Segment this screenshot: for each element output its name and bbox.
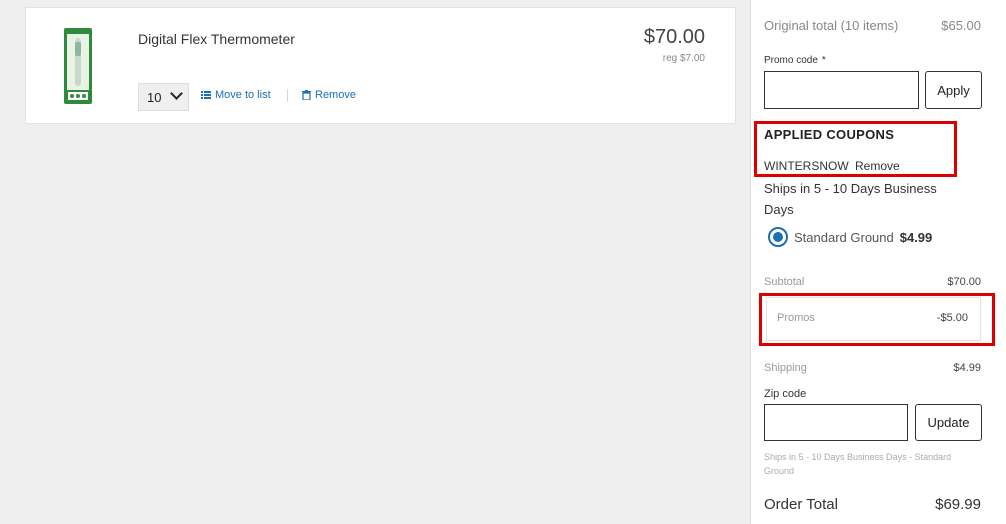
original-total-row: Original total (10 items) $65.00 xyxy=(764,18,981,33)
zip-code-label: Zip code xyxy=(764,388,807,400)
order-summary-panel: Original total (10 items) $65.00 Promo c… xyxy=(750,0,1006,524)
apply-promo-button[interactable]: Apply xyxy=(925,71,982,109)
item-reg-price: reg $7.00 xyxy=(662,53,705,64)
list-icon xyxy=(201,91,211,99)
move-to-list-label: Move to list xyxy=(215,89,271,101)
move-to-list-link[interactable]: Move to list xyxy=(201,89,271,101)
remove-item-link[interactable]: Remove xyxy=(302,89,356,101)
shipping-option-price: $4.99 xyxy=(899,229,933,245)
coupon-code: WINTERSNOW xyxy=(764,159,849,173)
product-thumbnail[interactable] xyxy=(64,28,92,104)
order-total-row: Order Total $69.99 xyxy=(764,496,981,513)
trash-icon xyxy=(302,90,311,100)
shipping-option-standard[interactable]: Standard Ground $4.99 xyxy=(768,227,932,247)
shipping-row: Shipping $4.99 xyxy=(764,362,981,374)
remove-item-label: Remove xyxy=(315,89,356,101)
zip-code-input[interactable] xyxy=(764,404,908,441)
update-zip-button[interactable]: Update xyxy=(915,404,982,441)
subtotal-value: $70.00 xyxy=(947,276,981,288)
shipping-note: Ships in 5 - 10 Days Business Days - Sta… xyxy=(764,452,952,476)
promos-row: Promos -$5.00 xyxy=(777,312,968,324)
cart-item-card: Digital Flex Thermometer $70.00 reg $7.0… xyxy=(25,7,736,124)
subtotal-row: Subtotal $70.00 xyxy=(764,276,981,288)
coupon-remove-link[interactable]: Remove xyxy=(855,159,900,173)
shipping-option-label: Standard Ground xyxy=(794,229,894,245)
item-price: $70.00 xyxy=(643,26,705,48)
applied-coupons-title: APPLIED COUPONS xyxy=(764,127,895,142)
shipping-label: Shipping xyxy=(764,362,807,374)
promos-value: -$5.00 xyxy=(936,312,968,324)
chevron-down-icon xyxy=(170,87,183,100)
original-total-value: $65.00 xyxy=(941,18,981,33)
promo-code-label: Promo code * xyxy=(764,55,826,66)
quantity-select[interactable]: 10 xyxy=(138,83,189,111)
shipping-radio[interactable] xyxy=(768,227,788,247)
promo-code-input[interactable] xyxy=(764,71,919,109)
action-divider xyxy=(287,89,288,102)
shipping-value: $4.99 xyxy=(953,362,981,374)
ships-in-text: Ships in 5 - 10 Days Business Days xyxy=(764,181,937,217)
subtotal-label: Subtotal xyxy=(764,276,805,288)
original-total-label: Original total (10 items) xyxy=(764,18,899,33)
required-mark: * xyxy=(821,55,826,66)
order-total-label: Order Total xyxy=(764,496,838,513)
radio-selected-dot xyxy=(773,232,783,242)
product-name[interactable]: Digital Flex Thermometer xyxy=(138,31,295,47)
order-total-value: $69.99 xyxy=(935,496,981,513)
promos-label: Promos xyxy=(777,312,815,324)
applied-coupon: WINTERSNOW Remove xyxy=(764,159,900,173)
quantity-value: 10 xyxy=(147,89,162,105)
